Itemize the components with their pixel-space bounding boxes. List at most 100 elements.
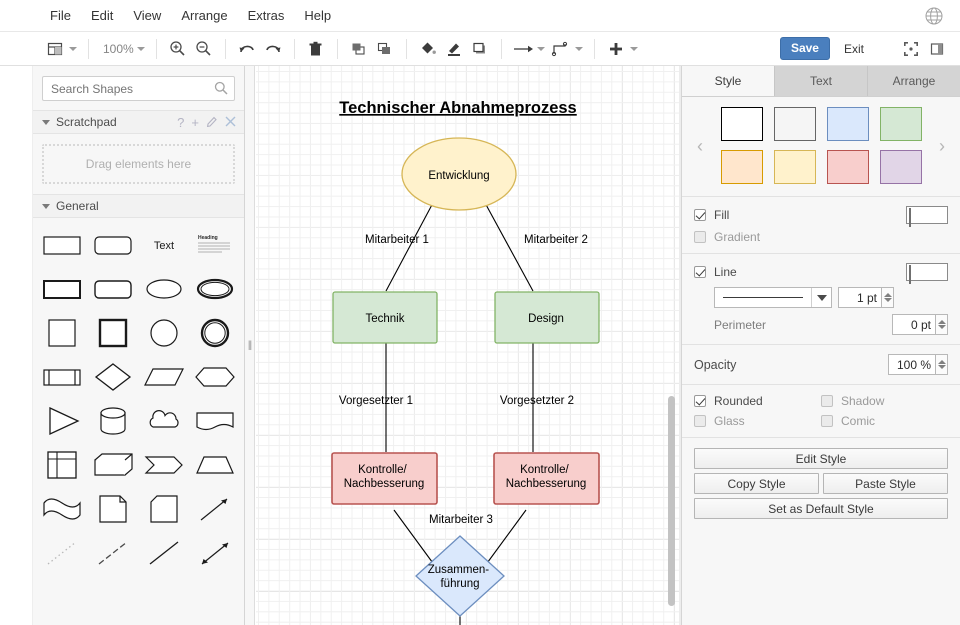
add-icon[interactable]: + xyxy=(191,116,199,129)
opacity-spinner[interactable] xyxy=(936,354,948,375)
paste-style-button[interactable]: Paste Style xyxy=(823,473,948,494)
shape-triangle[interactable] xyxy=(37,402,88,440)
close-icon[interactable] xyxy=(225,116,236,129)
shape-arrow-line[interactable] xyxy=(189,490,240,528)
line-width-spinner[interactable] xyxy=(882,287,894,308)
shape-double-circle[interactable] xyxy=(189,314,240,352)
shape-tape[interactable] xyxy=(37,490,88,528)
zoom-out-icon[interactable] xyxy=(191,37,217,61)
fill-checkbox[interactable] xyxy=(694,209,706,221)
swatch-red[interactable] xyxy=(826,150,869,184)
shape-note[interactable] xyxy=(88,490,139,528)
swatch-green[interactable] xyxy=(879,107,922,141)
shape-dashed-line[interactable] xyxy=(88,534,139,572)
help-icon[interactable]: ? xyxy=(177,116,184,129)
scratchpad-dropzone[interactable]: Drag elements here xyxy=(42,144,235,184)
glass-checkbox[interactable] xyxy=(694,415,706,427)
plus-icon[interactable] xyxy=(603,37,629,61)
rounded-checkbox[interactable] xyxy=(694,395,706,407)
bring-to-front-icon[interactable] xyxy=(346,37,372,61)
perimeter-spinner[interactable] xyxy=(936,314,948,335)
chevron-right-icon[interactable]: › xyxy=(932,137,952,155)
panel-splitter[interactable]: || xyxy=(245,66,255,625)
edit-icon[interactable] xyxy=(206,115,218,129)
edit-style-button[interactable]: Edit Style xyxy=(694,448,948,469)
shape-dotted-line[interactable] xyxy=(37,534,88,572)
shape-process[interactable] xyxy=(37,270,88,308)
menu-view[interactable]: View xyxy=(123,4,171,28)
section-header-general[interactable]: General xyxy=(33,194,244,218)
line-style-dropdown[interactable] xyxy=(714,287,832,308)
undo-icon[interactable] xyxy=(234,37,260,61)
connection-dropdown-caret[interactable] xyxy=(536,46,545,51)
layout-dropdown-caret[interactable] xyxy=(69,46,77,51)
shape-solid-line[interactable] xyxy=(139,534,190,572)
tab-text[interactable]: Text xyxy=(775,66,868,96)
shape-rectangle[interactable] xyxy=(37,226,88,264)
shape-text[interactable]: Text xyxy=(139,226,190,264)
shape-cube[interactable] xyxy=(88,446,139,484)
copy-style-button[interactable]: Copy Style xyxy=(694,473,819,494)
save-button[interactable]: Save xyxy=(779,37,830,60)
shape-textbox[interactable]: Heading xyxy=(189,226,240,264)
trash-icon[interactable] xyxy=(303,37,329,61)
insert-dropdown-caret[interactable] xyxy=(629,46,638,51)
arrow-connection-icon[interactable] xyxy=(510,37,536,61)
menu-edit[interactable]: Edit xyxy=(81,4,123,28)
swatch-blue[interactable] xyxy=(826,107,869,141)
menu-help[interactable]: Help xyxy=(294,4,341,28)
shape-diamond[interactable] xyxy=(88,358,139,396)
waypoints-dropdown-caret[interactable] xyxy=(574,46,583,51)
canvas-vertical-scrollbar[interactable] xyxy=(668,396,675,606)
swatch-white[interactable] xyxy=(720,107,763,141)
swatch-orange[interactable] xyxy=(720,150,763,184)
shape-cloud[interactable] xyxy=(139,402,190,440)
shape-square[interactable] xyxy=(37,314,88,352)
shape-internal-storage[interactable] xyxy=(37,358,88,396)
shape-ellipse[interactable] xyxy=(139,270,190,308)
fullscreen-icon[interactable] xyxy=(898,37,924,61)
shape-table[interactable] xyxy=(37,446,88,484)
section-header-scratchpad[interactable]: Scratchpad ? + xyxy=(33,110,244,134)
shape-step[interactable] xyxy=(139,446,190,484)
swatch-grey[interactable] xyxy=(773,107,816,141)
shape-trapezoid[interactable] xyxy=(189,446,240,484)
search-shapes-box[interactable] xyxy=(42,76,235,101)
swatch-yellow[interactable] xyxy=(773,150,816,184)
perimeter-field[interactable]: 0 pt xyxy=(892,314,936,335)
shape-rounded-process[interactable] xyxy=(88,270,139,308)
swatch-purple[interactable] xyxy=(879,150,922,184)
shape-circle[interactable] xyxy=(139,314,190,352)
gradient-checkbox[interactable] xyxy=(694,231,706,243)
layout-panels-icon[interactable] xyxy=(42,37,68,61)
fill-color-button[interactable] xyxy=(906,206,948,227)
shape-card[interactable] xyxy=(139,490,190,528)
shape-bidirectional-arrow[interactable] xyxy=(189,534,240,572)
shadow-checkbox[interactable] xyxy=(821,395,833,407)
shape-hexagon[interactable] xyxy=(189,358,240,396)
exit-button[interactable]: Exit xyxy=(836,39,872,59)
shape-parallelogram[interactable] xyxy=(139,358,190,396)
toggle-format-panel-icon[interactable] xyxy=(924,37,950,61)
chevron-left-icon[interactable]: ‹ xyxy=(690,137,710,155)
shape-document[interactable] xyxy=(189,402,240,440)
fill-bucket-icon[interactable] xyxy=(415,37,441,61)
zoom-in-icon[interactable] xyxy=(165,37,191,61)
waypoints-icon[interactable] xyxy=(548,37,574,61)
menu-file[interactable]: File xyxy=(40,4,81,28)
line-checkbox[interactable] xyxy=(694,266,706,278)
shape-rounded-rectangle[interactable] xyxy=(88,226,139,264)
comic-checkbox[interactable] xyxy=(821,415,833,427)
opacity-field[interactable]: 100 % xyxy=(888,354,936,375)
shape-double-ellipse[interactable] xyxy=(189,270,240,308)
redo-icon[interactable] xyxy=(260,37,286,61)
pen-icon[interactable] xyxy=(441,37,467,61)
set-default-style-button[interactable]: Set as Default Style xyxy=(694,498,948,519)
line-color-button[interactable] xyxy=(906,263,948,284)
send-to-back-icon[interactable] xyxy=(372,37,398,61)
tab-arrange[interactable]: Arrange xyxy=(868,66,960,96)
tab-style[interactable]: Style xyxy=(682,66,775,96)
zoom-dropdown-caret[interactable] xyxy=(136,46,145,51)
shape-cylinder[interactable] xyxy=(88,402,139,440)
line-width-field[interactable]: 1 pt xyxy=(838,287,882,308)
